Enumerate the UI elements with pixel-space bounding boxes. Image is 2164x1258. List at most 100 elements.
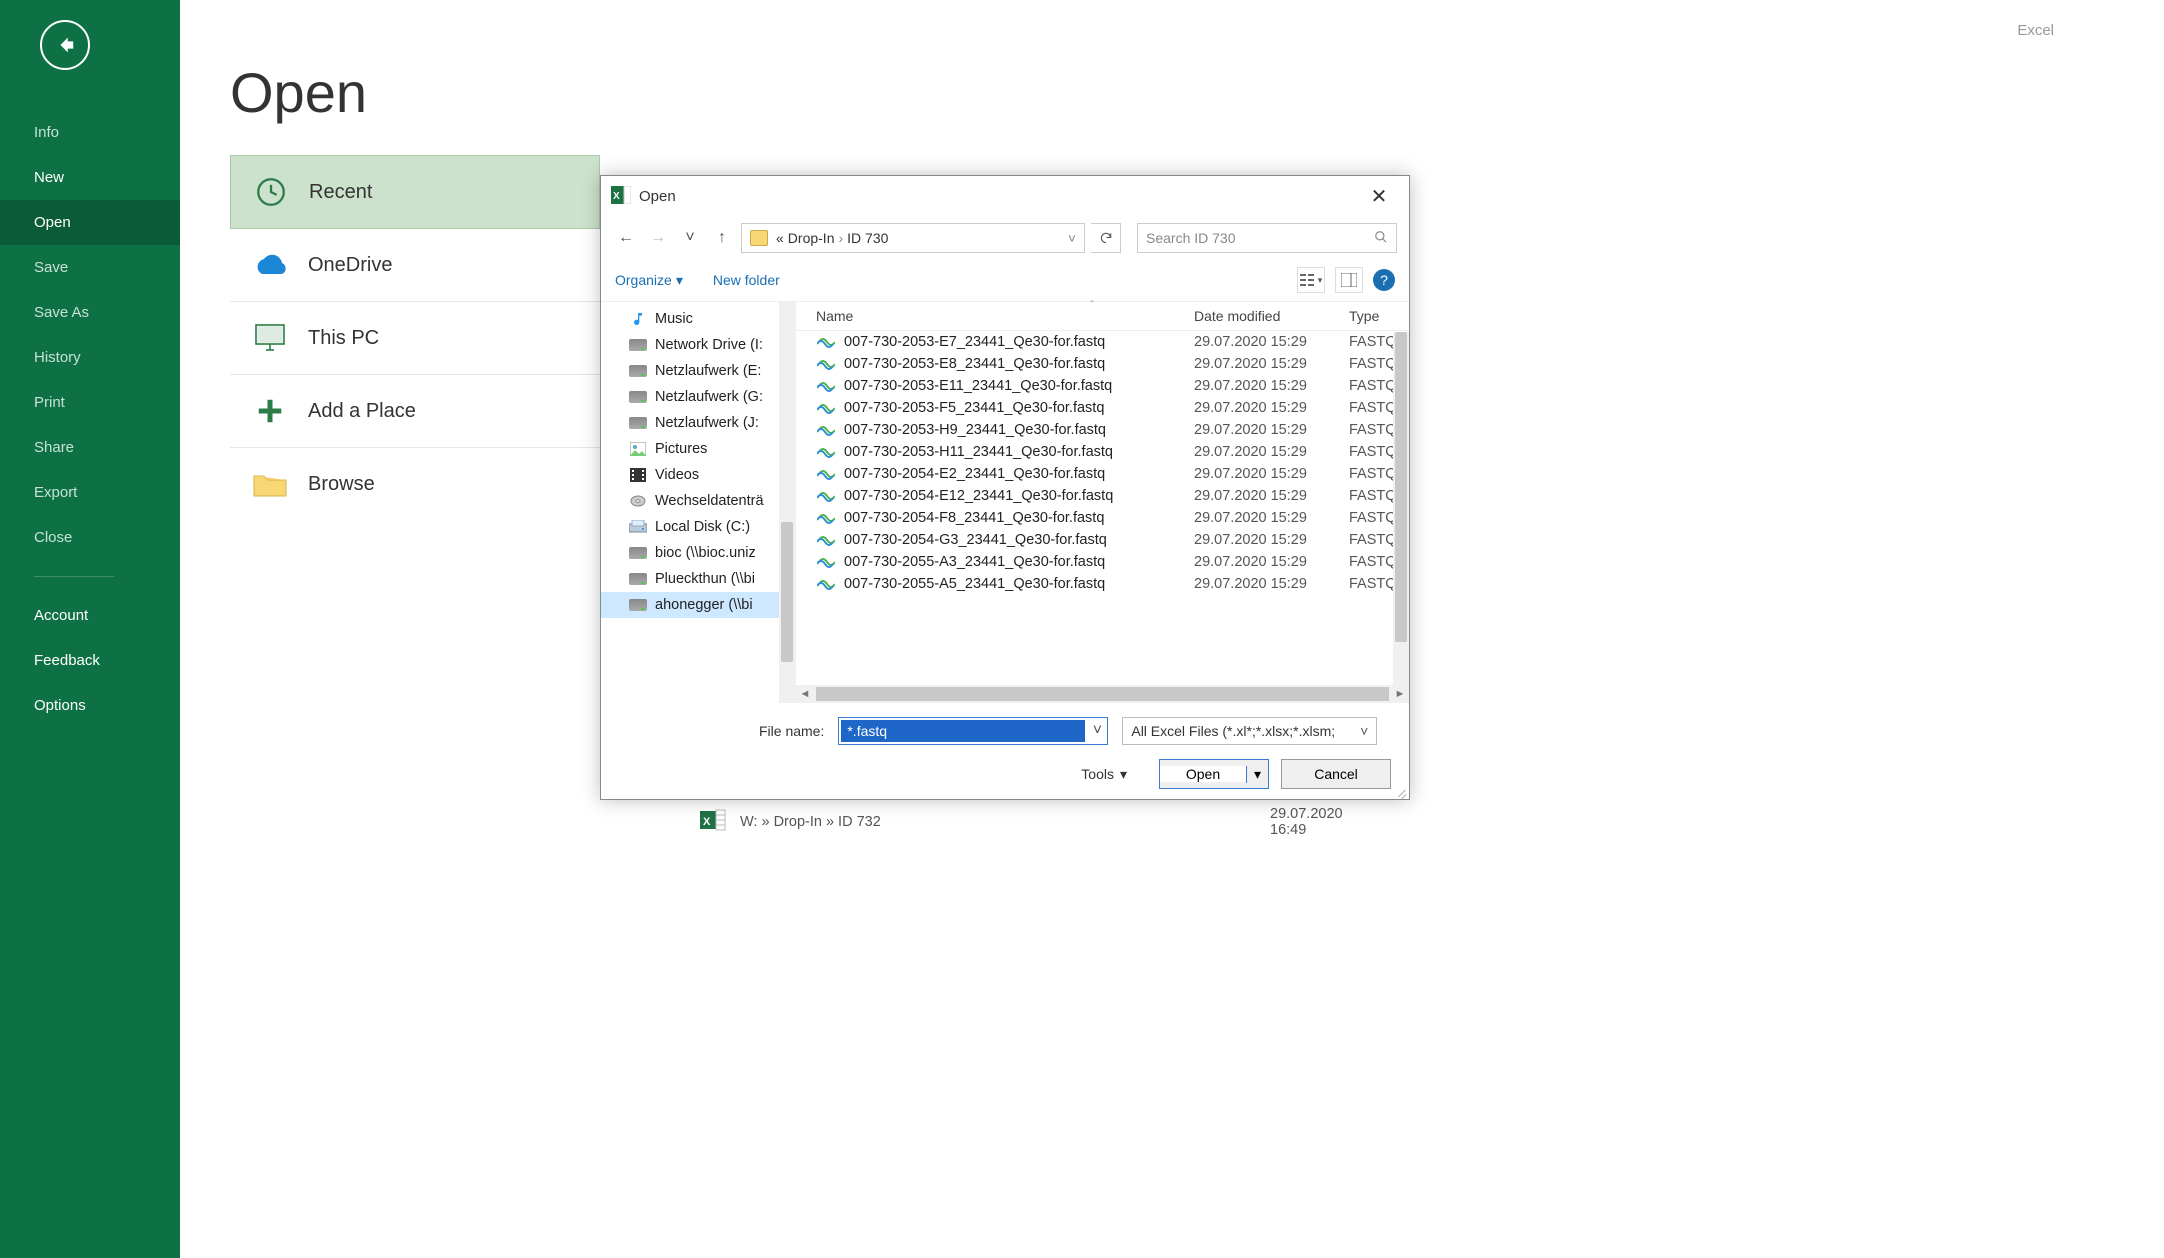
filename-label: File name: <box>759 723 824 739</box>
scroll-left-icon[interactable]: ◄ <box>796 688 814 700</box>
recent-item[interactable]: X W: » Drop-In » ID 732 29.07.2020 16:49 <box>700 808 881 836</box>
sidebar-item-share[interactable]: Share <box>0 425 180 470</box>
sidebar-item-export[interactable]: Export <box>0 470 180 515</box>
col-date[interactable]: Date modified <box>1194 308 1349 324</box>
breadcrumb-seg-0[interactable]: Drop-In <box>788 230 835 246</box>
sidebar-item-account[interactable]: Account <box>0 593 180 638</box>
file-scrollbar[interactable] <box>1393 332 1409 685</box>
tree-item[interactable]: Netzlaufwerk (E: <box>601 358 795 384</box>
backstage-sidebar: InfoNewOpenSaveSave AsHistoryPrintShareE… <box>0 0 180 1258</box>
tree-item[interactable]: Network Drive (I: <box>601 332 795 358</box>
file-row[interactable]: 007-730-2054-E2_23441_Qe30-for.fastq29.0… <box>796 463 1409 485</box>
breadcrumb[interactable]: « Drop-In › ID 730 ˅ <box>741 223 1085 253</box>
tree-item[interactable]: Plueckthun (\\bi <box>601 566 795 592</box>
back-button[interactable] <box>40 20 90 70</box>
fastq-file-icon <box>816 422 836 438</box>
horizontal-scrollbar[interactable]: ◄ ► <box>796 685 1409 703</box>
search-input[interactable]: Search ID 730 <box>1137 223 1397 253</box>
search-icon <box>1374 230 1388 247</box>
music-icon <box>629 311 647 327</box>
fastq-file-icon <box>816 356 836 372</box>
recent-item-path: W: » Drop-In » ID 732 <box>740 814 881 830</box>
col-type[interactable]: Type <box>1349 308 1409 324</box>
cancel-button[interactable]: Cancel <box>1281 759 1391 789</box>
open-button[interactable]: Open ▾ <box>1159 759 1269 789</box>
file-row[interactable]: 007-730-2055-A3_23441_Qe30-for.fastq29.0… <box>796 551 1409 573</box>
col-name[interactable]: Name <box>816 308 1194 324</box>
tree-item[interactable]: bioc (\\bioc.uniz <box>601 540 795 566</box>
file-filter-dropdown[interactable]: All Excel Files (*.xl*;*.xlsx;*.xlsm; ˅ <box>1122 717 1377 745</box>
close-icon[interactable]: ✕ <box>1359 184 1399 209</box>
tree-item[interactable]: Netzlaufwerk (J: <box>601 410 795 436</box>
excel-icon: X <box>611 186 631 208</box>
file-row[interactable]: 007-730-2054-G3_23441_Qe30-for.fastq29.0… <box>796 529 1409 551</box>
file-row[interactable]: 007-730-2053-E7_23441_Qe30-for.fastq29.0… <box>796 331 1409 353</box>
page-title: Open <box>230 60 2124 125</box>
localdisk-icon <box>629 519 647 535</box>
folder-icon <box>750 230 768 246</box>
tree-item[interactable]: Videos <box>601 462 795 488</box>
sidebar-item-new[interactable]: New <box>0 155 180 200</box>
sidebar-item-open[interactable]: Open <box>0 200 180 245</box>
place-recent[interactable]: Recent <box>230 155 600 229</box>
sidebar-item-print[interactable]: Print <box>0 380 180 425</box>
tree-item[interactable]: Local Disk (C:) <box>601 514 795 540</box>
search-placeholder: Search ID 730 <box>1146 230 1236 246</box>
place-this-pc[interactable]: This PC <box>230 302 600 375</box>
help-icon[interactable]: ? <box>1373 269 1395 291</box>
file-row[interactable]: 007-730-2053-H11_23441_Qe30-for.fastq29.… <box>796 441 1409 463</box>
chevron-down-icon[interactable]: ˅ <box>1087 722 1107 740</box>
chevron-down-icon: ▾ <box>1318 275 1323 286</box>
tree-item[interactable]: Music <box>601 306 795 332</box>
monitor-icon <box>252 320 288 356</box>
file-row[interactable]: 007-730-2053-E11_23441_Qe30-for.fastq29.… <box>796 375 1409 397</box>
breadcrumb-seg-1[interactable]: ID 730 <box>847 230 888 246</box>
sidebar-item-save[interactable]: Save <box>0 245 180 290</box>
fastq-file-icon <box>816 576 836 592</box>
open-split-dropdown[interactable]: ▾ <box>1246 766 1268 783</box>
open-places-list: RecentOneDriveThis PCAdd a PlaceBrowse <box>230 155 600 520</box>
preview-pane-button[interactable] <box>1335 267 1363 293</box>
view-options-button[interactable]: ▾ <box>1297 267 1325 293</box>
drive-icon <box>629 545 647 561</box>
scroll-right-icon[interactable]: ► <box>1391 688 1409 700</box>
tree-item[interactable]: Wechseldatenträ <box>601 488 795 514</box>
place-add-a-place[interactable]: Add a Place <box>230 375 600 448</box>
recent-item-date: 29.07.2020 16:49 <box>1270 806 1343 838</box>
file-row[interactable]: 007-730-2054-F8_23441_Qe30-for.fastq29.0… <box>796 507 1409 529</box>
file-row[interactable]: 007-730-2053-H9_23441_Qe30-for.fastq29.0… <box>796 419 1409 441</box>
file-row[interactable]: 007-730-2055-A5_23441_Qe30-for.fastq29.0… <box>796 573 1409 595</box>
fastq-file-icon <box>816 400 836 416</box>
sidebar-item-feedback[interactable]: Feedback <box>0 638 180 683</box>
sidebar-item-options[interactable]: Options <box>0 683 180 728</box>
place-onedrive[interactable]: OneDrive <box>230 229 600 302</box>
file-row[interactable]: 007-730-2053-F5_23441_Qe30-for.fastq29.0… <box>796 397 1409 419</box>
resize-handle[interactable] <box>1393 783 1407 797</box>
nav-up-button[interactable]: ↑ <box>709 225 735 251</box>
nav-recent-dropdown[interactable]: ˅ <box>677 225 703 251</box>
tree-scrollbar[interactable] <box>779 302 795 703</box>
breadcrumb-prefix: « <box>776 230 784 246</box>
new-folder-button[interactable]: New folder <box>713 272 780 288</box>
svg-text:X: X <box>703 816 711 828</box>
sidebar-item-history[interactable]: History <box>0 335 180 380</box>
chevron-down-icon[interactable]: ˅ <box>1068 230 1076 246</box>
tools-menu[interactable]: Tools ▾ <box>1081 766 1127 783</box>
column-headers[interactable]: Name Date modified Type <box>796 302 1409 331</box>
sidebar-item-close[interactable]: Close <box>0 515 180 560</box>
nav-back-button[interactable]: ← <box>613 225 639 251</box>
fastq-file-icon <box>816 444 836 460</box>
filename-input[interactable] <box>841 720 1085 742</box>
organize-menu[interactable]: Organize ▾ <box>615 272 683 289</box>
file-row[interactable]: 007-730-2053-E8_23441_Qe30-for.fastq29.0… <box>796 353 1409 375</box>
sidebar-item-info[interactable]: Info <box>0 110 180 155</box>
tree-item[interactable]: Netzlaufwerk (G: <box>601 384 795 410</box>
tree-item[interactable]: Pictures <box>601 436 795 462</box>
refresh-button[interactable] <box>1091 223 1121 253</box>
file-row[interactable]: 007-730-2054-E12_23441_Qe30-for.fastq29.… <box>796 485 1409 507</box>
sidebar-separator <box>34 576 114 577</box>
tree-item[interactable]: ahonegger (\\bi <box>601 592 795 618</box>
place-browse[interactable]: Browse <box>230 448 600 520</box>
sidebar-item-save-as[interactable]: Save As <box>0 290 180 335</box>
filename-field[interactable]: ˅ <box>838 717 1108 745</box>
